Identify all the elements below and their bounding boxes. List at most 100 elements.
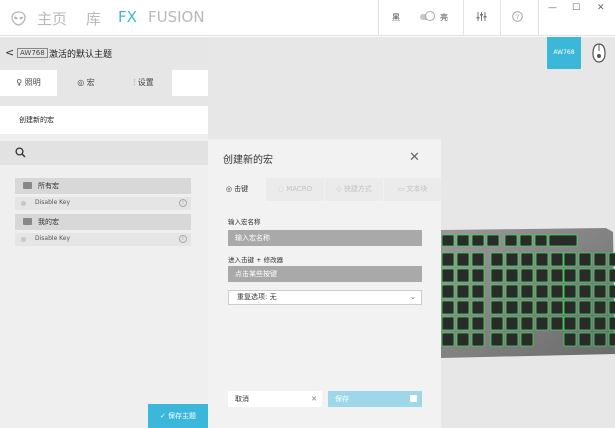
keyboard-key [550, 252, 564, 267]
group-my-macros[interactable]: 我的宏 [15, 214, 191, 230]
tab-macros[interactable]: ◎ 宏 [57, 70, 115, 96]
keyboard-key [505, 332, 519, 347]
keyboard-key [593, 316, 607, 331]
keyboard-key [456, 252, 470, 267]
keyboard-preview [441, 228, 615, 358]
keyboard-key [608, 284, 615, 299]
keyboard-key [563, 316, 577, 331]
tab-panel-top [0, 96, 208, 106]
keyboard-key [550, 300, 564, 315]
keyboard-key [490, 284, 504, 299]
tab-text-block[interactable]: ▭ 文本块 [384, 178, 441, 201]
list-item[interactable]: Disable Key i [15, 233, 191, 246]
keyboard-key [505, 284, 519, 299]
minimize-icon[interactable]: — [548, 3, 557, 13]
equalizer-icon[interactable] [476, 11, 487, 22]
theme-light-label: 亮 [440, 13, 448, 22]
keyboard-key [441, 284, 455, 299]
keyboard-key [563, 268, 577, 283]
macro-icon: ◌ [277, 185, 284, 193]
search-icon[interactable] [15, 147, 26, 158]
nav-fx[interactable]: FX [118, 8, 137, 26]
keyboard-key [520, 332, 534, 347]
keyboard-key [520, 268, 534, 283]
folder-icon [23, 218, 32, 225]
keystroke-label: 进入击键 + 修改器 [228, 256, 284, 264]
repeat-options-select[interactable]: 重复选项: 无 ⌄ [228, 290, 422, 305]
keyboard-key [471, 234, 485, 247]
text-block-icon: ▭ [397, 185, 405, 193]
theme-dark-label: 黑 [392, 13, 400, 22]
active-theme-title: 激活的默认主题 [49, 50, 113, 60]
keyboard-key [535, 316, 549, 331]
keyboard-key [456, 316, 470, 331]
keyboard-key [535, 252, 549, 267]
keyboard-key [441, 332, 455, 347]
group-all-macros[interactable]: 所有宏 [15, 178, 191, 194]
device-tile-keyboard[interactable]: AW768 [547, 37, 581, 69]
settings-icon: ⫶ [133, 78, 136, 87]
keyboard-key [550, 268, 564, 283]
tab-settings[interactable]: ⫶ 设置 [115, 70, 172, 96]
nav-home[interactable]: 主页 [37, 8, 67, 29]
macro-dot-icon [21, 201, 26, 206]
keyboard-key [593, 268, 607, 283]
theme-toggle-knob[interactable] [425, 11, 435, 21]
save-button[interactable]: 保存 [328, 391, 422, 407]
list-item[interactable]: Disable Key i [15, 197, 191, 210]
keyboard-key [563, 332, 577, 347]
keyboard-key [456, 300, 470, 315]
back-arrow-icon[interactable]: < [5, 46, 14, 59]
keyboard-key [519, 234, 533, 247]
keyboard-key [441, 268, 455, 283]
keyboard-key [490, 300, 504, 315]
close-icon[interactable]: ✕ [409, 150, 420, 165]
chevron-down-icon: ⌄ [410, 293, 416, 301]
create-macro-button[interactable]: 创建新的宏 [0, 106, 208, 134]
keyboard-key [505, 300, 519, 315]
macro-name-input[interactable]: 输入宏名称 [228, 230, 422, 246]
keyboard-key [550, 316, 564, 331]
keyboard-key [520, 284, 534, 299]
keyboard-key [520, 300, 534, 315]
keystroke-input[interactable]: 点击某些按键 [228, 266, 422, 282]
keyboard-key [471, 284, 485, 299]
save-theme-button[interactable]: ✓ 保存主题 [148, 404, 208, 428]
help-icon[interactable]: ? [512, 11, 523, 22]
svg-text:?: ? [516, 13, 519, 21]
macro-dot-icon [21, 237, 26, 242]
create-macro-dialog: 创建新的宏 ✕ ◎ 击键 ◌ MACRO ◇ 快捷方式 ▭ 文本块 输入宏名称 … [208, 139, 441, 428]
keyboard-key [563, 300, 577, 315]
dialog-title: 创建新的宏 [223, 155, 273, 166]
nav-library[interactable]: 库 [86, 8, 101, 29]
macro-icon: ◎ [77, 78, 85, 87]
cancel-button[interactable]: 取消 ✕ [228, 391, 322, 407]
info-icon[interactable]: i [179, 199, 187, 207]
alien-logo-icon[interactable] [10, 11, 27, 26]
keyboard-key [578, 268, 592, 283]
mouse-device-icon[interactable] [588, 42, 610, 64]
keyboard-key [535, 268, 549, 283]
keyboard-key [563, 284, 577, 299]
maximize-icon[interactable]: ☐ [572, 3, 580, 13]
keyboard-key [578, 332, 592, 347]
search-bar[interactable] [0, 141, 208, 165]
keyboard-key [456, 284, 470, 299]
close-window-icon[interactable]: ✕ [597, 3, 605, 13]
tab-keystroke[interactable]: ◎ 击键 [208, 178, 266, 201]
tab-lighting[interactable]: ♀ 照明 [0, 70, 57, 96]
tab-macro[interactable]: ◌ MACRO [266, 178, 324, 201]
keyboard-key [456, 268, 470, 283]
nav-fusion[interactable]: FUSION [148, 8, 205, 26]
tab-shortcut[interactable]: ◇ 快捷方式 [325, 178, 383, 201]
keyboard-key [520, 316, 534, 331]
keyboard-key [578, 300, 592, 315]
info-icon[interactable]: i [179, 235, 187, 243]
spacer [0, 134, 208, 141]
keyboard-key [535, 300, 549, 315]
save-disk-icon [410, 395, 417, 402]
keystroke-icon: ◎ [225, 185, 232, 193]
keyboard-key [550, 284, 564, 299]
keyboard-key [548, 234, 578, 247]
left-tabs: ♀ 照明 ◎ 宏 ⫶ 设置 [0, 70, 208, 96]
